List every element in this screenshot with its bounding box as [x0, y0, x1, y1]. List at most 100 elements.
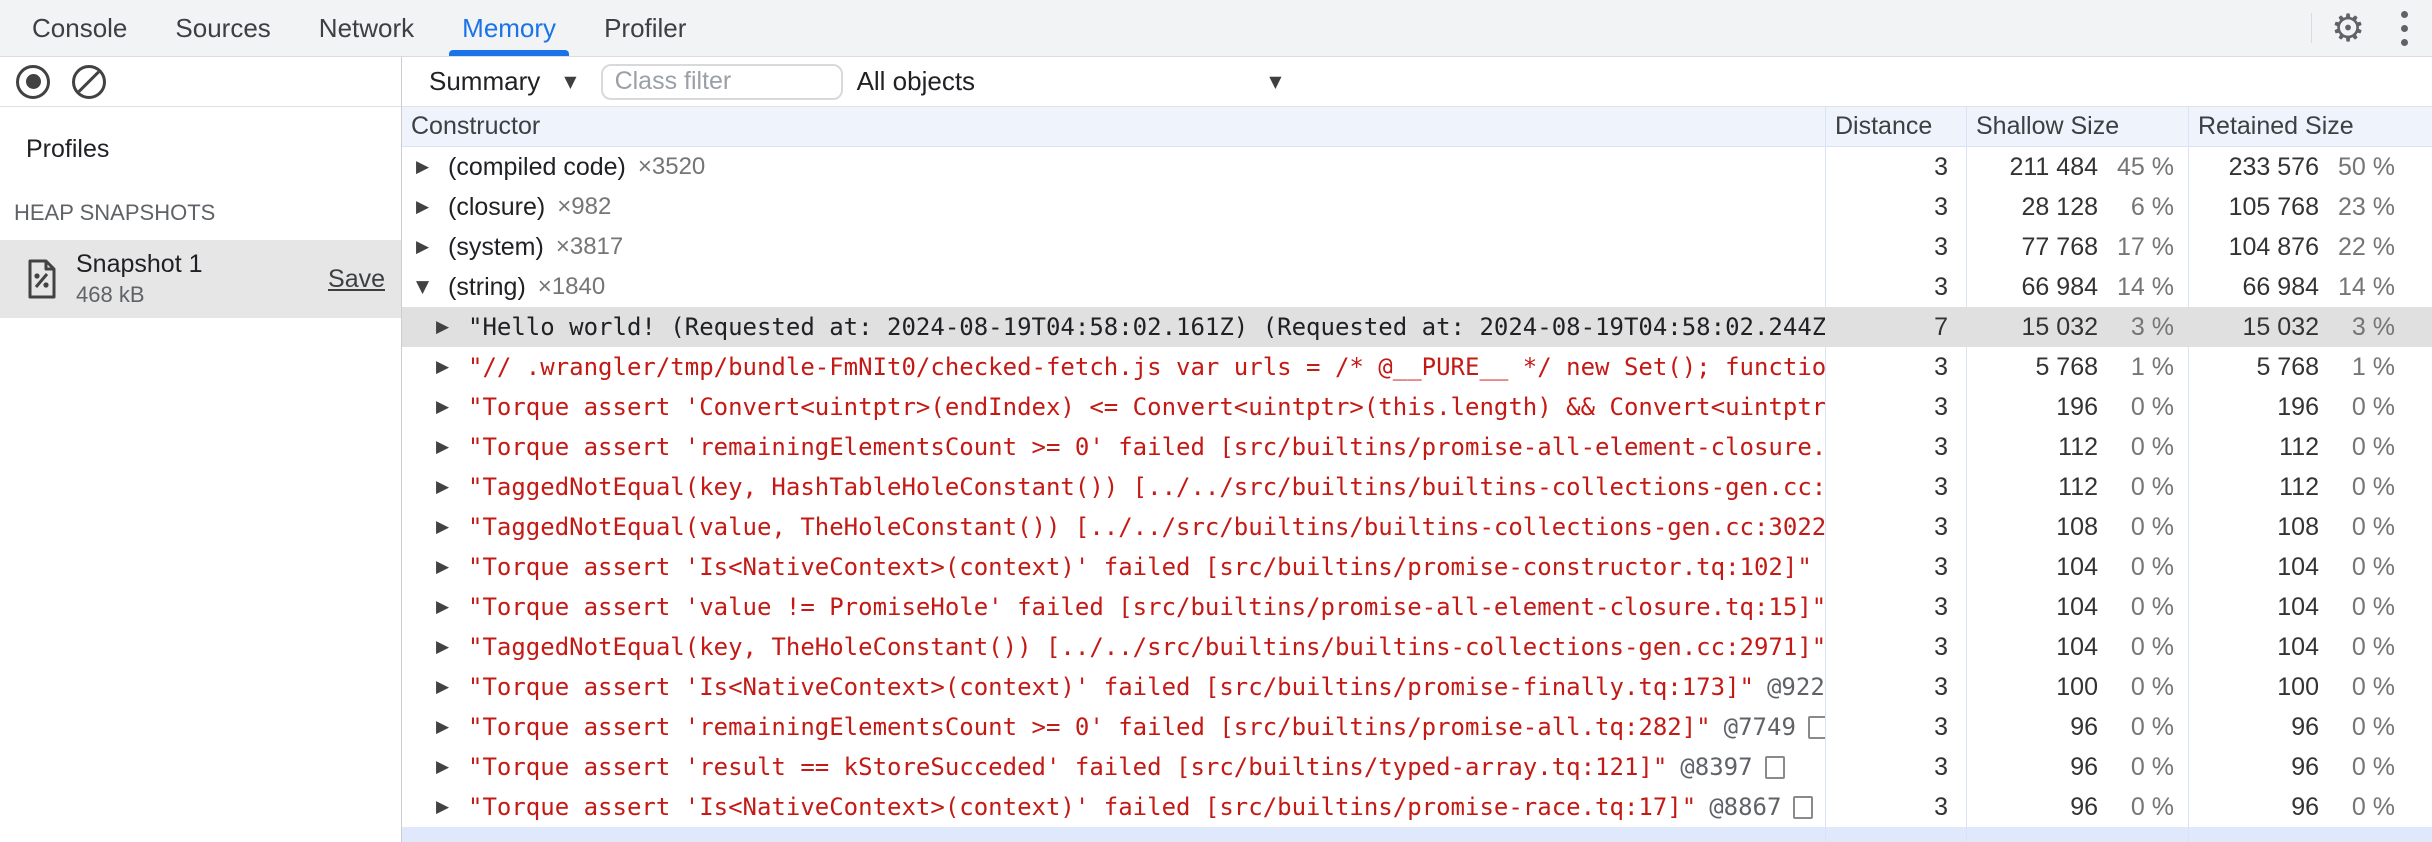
panel-body: Profiles HEAP SNAPSHOTS Snapshot 1 468 k… — [0, 57, 2432, 842]
sidebar-item-snapshot-1[interactable]: Snapshot 1 468 kB Save — [0, 240, 401, 318]
table-row[interactable]: ▶ "Torque assert 'Is<NativeContext>(conte… — [402, 667, 2432, 707]
table-row[interactable]: ▶ (compiled code) ×3520 3 211 484 45 % 233 576… — [402, 147, 2432, 187]
triangle-collapsed-icon[interactable]: ▶ — [436, 597, 468, 617]
table-row[interactable]: ▶ "Torque assert 'result == kStoreSuccede… — [402, 747, 2432, 787]
table-row[interactable]: ▶ "Hello world! (Requested at: 2024-08-19… — [402, 307, 2432, 347]
triangle-collapsed-icon[interactable]: ▶ — [436, 357, 468, 377]
column-header-retained-size[interactable]: Retained Size — [2188, 107, 2431, 146]
distance-cell: 3 — [1934, 552, 1948, 581]
table-row[interactable]: ▶ "TaggedNotEqual(key, TheHoleConstant())… — [402, 627, 2432, 667]
column-header-constructor[interactable]: Constructor — [402, 107, 1825, 146]
shallow-size-percent: 0 % — [2130, 752, 2174, 781]
table-row[interactable]: ▼ (string) ×1840 3 66 984 14 % 66 984 14 % — [402, 267, 2432, 307]
retained-size-value: 112 — [2279, 472, 2319, 501]
open-string-icon[interactable] — [1793, 795, 1814, 819]
triangle-expanded-icon[interactable]: ▼ — [416, 277, 448, 297]
string-value: "Torque assert 'Is<NativeContext>(contex… — [468, 553, 1812, 581]
table-row[interactable]: ▶ "TaggedNotEqual(value, TheHoleConstant(… — [402, 507, 2432, 547]
perspective-select[interactable]: Summary ▼ — [429, 66, 577, 97]
triangle-collapsed-icon[interactable]: ▶ — [436, 637, 468, 657]
retained-size-value: 104 — [2277, 592, 2319, 621]
retained-size-percent: 0 % — [2351, 752, 2395, 781]
retained-size-value: 104 876 — [2228, 232, 2319, 261]
distance-cell: 3 — [1934, 512, 1948, 541]
shallow-size-value: 104 — [2056, 632, 2098, 661]
class-filter-input[interactable] — [600, 63, 843, 100]
object-filter-value: All objects — [856, 66, 976, 96]
triangle-collapsed-icon[interactable]: ▶ — [436, 437, 468, 457]
shallow-size-cell: 108 0 % — [1966, 507, 2188, 547]
retained-size-cell: 5 768 1 % — [2188, 347, 2431, 387]
shallow-size-cell: 104 0 % — [1966, 547, 2188, 587]
table-row[interactable]: ▶ "Torque assert 'Is<NativeContext>(conte… — [402, 547, 2432, 587]
triangle-collapsed-icon[interactable]: ▶ — [436, 677, 468, 697]
triangle-collapsed-icon[interactable]: ▶ — [416, 237, 448, 257]
chevron-down-icon: ▼ — [1269, 72, 1282, 91]
retained-size-cell: 104 0 % — [2188, 587, 2431, 627]
distance-cell: 3 — [1934, 232, 1948, 261]
clear-profiles-icon[interactable] — [72, 64, 106, 99]
retained-size-percent: 3 % — [2351, 312, 2395, 341]
instance-count: ×3817 — [555, 233, 624, 260]
triangle-collapsed-icon[interactable]: ▶ — [436, 477, 468, 497]
triangle-collapsed-icon[interactable]: ▶ — [436, 517, 468, 537]
open-string-icon[interactable] — [1764, 755, 1785, 779]
tab-sources[interactable]: Sources — [164, 0, 281, 56]
retained-size-percent: 50 % — [2338, 152, 2395, 181]
open-string-icon[interactable] — [1807, 715, 1825, 739]
distance-cell: 3 — [1934, 272, 1948, 301]
retained-size-value: 100 — [2277, 672, 2319, 701]
constructor-name: (compiled code) — [448, 152, 626, 181]
tab-console[interactable]: Console — [21, 0, 138, 56]
constructor-cell: ▶ "// .wrangler/tmp/bundle-FmNIt0/checked… — [402, 347, 1825, 387]
shallow-size-cell: 211 484 45 % — [1966, 147, 2188, 187]
string-value: "TaggedNotEqual(key, TheHoleConstant()) … — [468, 633, 1825, 661]
constructor-cell: ▶ (closure) ×982 — [402, 187, 1825, 227]
shallow-size-value: 96 — [2070, 792, 2098, 821]
more-options-button[interactable] — [2376, 0, 2432, 56]
triangle-collapsed-icon[interactable]: ▶ — [436, 557, 468, 577]
shallow-size-cell: 112 0 % — [1966, 467, 2188, 507]
tab-memory[interactable]: Memory — [449, 0, 569, 56]
snapshot-info: Snapshot 1 468 kB — [76, 250, 310, 308]
tab-network[interactable]: Network — [308, 0, 425, 56]
table-row[interactable]: ▶ "// .wrangler/tmp/bundle-FmNIt0/checked… — [402, 347, 2432, 387]
table-row[interactable]: ▶ "TaggedNotEqual(key, HashTableHoleConst… — [402, 467, 2432, 507]
triangle-collapsed-icon[interactable]: ▶ — [416, 157, 448, 177]
column-header-distance[interactable]: Distance — [1825, 107, 1966, 146]
tab-strip: Console Sources Network Memory Profiler — [8, 0, 710, 56]
table-row[interactable]: ▶ "Torque assert 'Convert<uintptr>(endInd… — [402, 387, 2432, 427]
retained-size-value: 196 — [2277, 392, 2319, 421]
table-row[interactable]: ▶ "Torque assert 'remainingElementsCount … — [402, 707, 2432, 747]
constructor-name: (system) — [448, 232, 544, 261]
tab-profiler[interactable]: Profiler — [593, 0, 697, 56]
triangle-collapsed-icon[interactable]: ▶ — [436, 397, 468, 417]
constructor-cell: ▶ "Torque assert 'Convert<uintptr>(endInd… — [402, 387, 1825, 427]
table-row[interactable]: ▶ (closure) ×982 3 28 128 6 % 105 768 23 % — [402, 187, 2432, 227]
triangle-collapsed-icon[interactable]: ▶ — [416, 197, 448, 217]
retained-size-percent: 0 % — [2351, 432, 2395, 461]
retained-size-percent: 22 % — [2338, 232, 2395, 261]
grid-bottom-strip — [402, 827, 2432, 842]
table-row[interactable]: ▶ (system) ×3817 3 77 768 17 % 104 876 22 % — [402, 227, 2432, 267]
retained-size-cell: 15 032 3 % — [2188, 307, 2431, 347]
distance-cell: 3 — [1934, 592, 1948, 621]
shallow-size-percent: 3 % — [2130, 312, 2174, 341]
triangle-collapsed-icon[interactable]: ▶ — [436, 317, 468, 337]
save-snapshot-link[interactable]: Save — [328, 265, 385, 294]
table-row[interactable]: ▶ "Torque assert 'Is<NativeContext>(conte… — [402, 787, 2432, 827]
triangle-collapsed-icon[interactable]: ▶ — [436, 717, 468, 737]
column-header-shallow-size[interactable]: Shallow Size — [1966, 107, 2188, 146]
string-value: "TaggedNotEqual(value, TheHoleConstant()… — [468, 513, 1825, 541]
object-filter-select[interactable]: All objects ▼ — [857, 66, 1282, 97]
distance-cell: 3 — [1934, 752, 1948, 781]
retained-size-value: 96 — [2291, 752, 2319, 781]
shallow-size-value: 104 — [2056, 592, 2098, 621]
triangle-collapsed-icon[interactable]: ▶ — [436, 757, 468, 777]
settings-button[interactable]: ⚙ — [2320, 0, 2376, 56]
record-heap-snapshot-icon[interactable] — [16, 64, 50, 99]
triangle-collapsed-icon[interactable]: ▶ — [436, 797, 468, 817]
table-row[interactable]: ▶ "Torque assert 'remainingElementsCount … — [402, 427, 2432, 467]
table-row[interactable]: ▶ "Torque assert 'value != PromiseHole' f… — [402, 587, 2432, 627]
string-value: "Torque assert 'Is<NativeContext>(contex… — [468, 793, 1697, 821]
